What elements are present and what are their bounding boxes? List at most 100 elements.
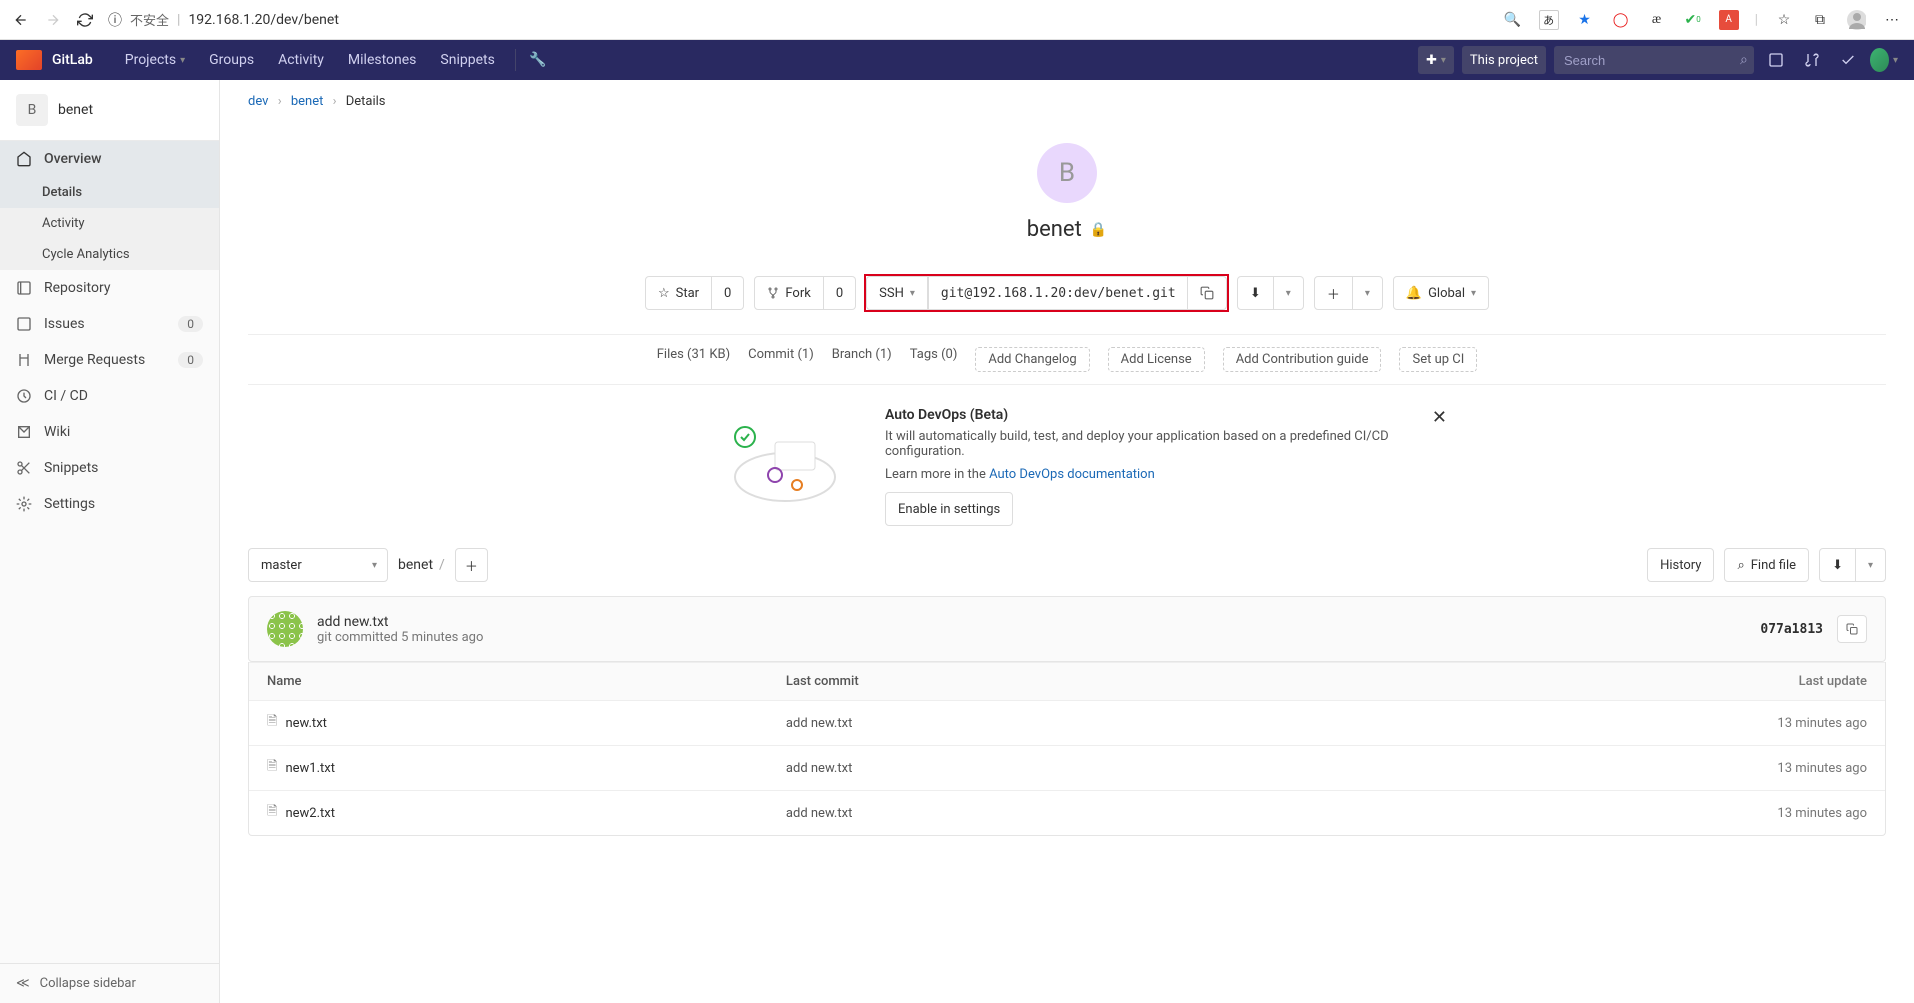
branch-select[interactable]: master (248, 548, 388, 582)
ae-icon[interactable]: æ (1647, 10, 1667, 30)
sidebar-item-issues[interactable]: Issues 0 (0, 306, 219, 342)
stat-commits[interactable]: Commit (1) (748, 347, 814, 372)
enable-autodevops-button[interactable]: Enable in settings (885, 492, 1013, 526)
breadcrumb: dev › benet › Details (220, 80, 1914, 123)
nav-activity[interactable]: Activity (266, 40, 336, 80)
stat-tags[interactable]: Tags (0) (910, 347, 958, 372)
gear-icon (16, 496, 32, 512)
favorite-icon[interactable]: ☆ (1774, 10, 1794, 30)
autodevops-link[interactable]: Auto DevOps documentation (989, 467, 1155, 482)
close-icon[interactable]: ✕ (1432, 407, 1447, 428)
file-icon: 🗎 (267, 712, 277, 734)
add-contrib-button[interactable]: Add Contribution guide (1223, 347, 1382, 372)
download-source-button[interactable]: ⬇ (1819, 548, 1856, 582)
mr-sidebar-icon (16, 352, 32, 368)
history-button[interactable]: History (1647, 548, 1714, 582)
star-button[interactable]: ☆ Star (645, 276, 712, 310)
zoom-icon[interactable]: 🔍 (1503, 10, 1523, 30)
add-to-tree-button[interactable]: ＋ (455, 548, 488, 582)
issues-count: 0 (178, 316, 203, 332)
mr-icon[interactable] (1798, 46, 1826, 74)
path-breadcrumb: benet / (398, 557, 445, 573)
autodevops-title: Auto DevOps (Beta) (885, 407, 1419, 423)
sidebar-item-activity[interactable]: Activity (0, 208, 219, 239)
project-hero: B benet 🔒 (220, 123, 1914, 252)
find-file-button[interactable]: ⌕ Find file (1724, 548, 1809, 582)
autodevops-illustration-icon (715, 407, 855, 507)
stat-files[interactable]: Files (31 KB) (657, 347, 730, 372)
sidebar-item-cycle[interactable]: Cycle Analytics (0, 239, 219, 270)
url-bar[interactable]: ⓘ 不安全 | 192.168.1.20/dev/benet (108, 10, 1489, 30)
new-dropdown[interactable]: ✚ ▾ (1418, 46, 1454, 74)
search-scope[interactable]: This project (1462, 46, 1546, 74)
project-initial: B (16, 94, 48, 126)
more-icon[interactable]: ⋯ (1882, 10, 1902, 30)
add-changelog-button[interactable]: Add Changelog (975, 347, 1089, 372)
autodevops-banner: Auto DevOps (Beta) It will automatically… (687, 407, 1447, 526)
copy-url-button[interactable] (1188, 276, 1227, 310)
sidebar-item-details[interactable]: Details (0, 177, 219, 208)
main-content: dev › benet › Details B benet 🔒 ☆ Star 0… (220, 80, 1914, 1003)
protocol-select[interactable]: SSH ▾ (866, 276, 928, 310)
setup-ci-button[interactable]: Set up CI (1399, 347, 1477, 372)
breadcrumb-project[interactable]: benet (291, 94, 324, 109)
search-icon: ⌕ (1740, 52, 1748, 68)
collections-icon[interactable]: ⧉ (1810, 10, 1830, 30)
add-button[interactable]: ＋ (1314, 276, 1353, 310)
brand[interactable]: GitLab (16, 50, 93, 70)
commit-sha[interactable]: 077a1813 (1760, 622, 1823, 637)
file-tree-header: Name Last commit Last update (249, 662, 1885, 700)
download-source-dropdown[interactable]: ▾ (1856, 548, 1886, 582)
notifications-button[interactable]: 🔔 Global ▾ (1393, 276, 1489, 310)
download-dropdown[interactable]: ▾ (1274, 276, 1304, 310)
file-row[interactable]: 🗎new1.txt add new.txt 13 minutes ago (249, 745, 1885, 790)
ext-icon[interactable]: A (1719, 10, 1739, 30)
add-dropdown[interactable]: ▾ (1353, 276, 1383, 310)
fork-button[interactable]: Fork (754, 276, 823, 310)
reload-icon[interactable] (76, 11, 94, 29)
file-icon: 🗎 (267, 757, 277, 779)
lock-icon: 🔒 (1090, 222, 1107, 238)
commit-message[interactable]: add new.txt (317, 614, 1746, 630)
nav-projects[interactable]: Projects ▾ (113, 40, 197, 80)
user-menu[interactable]: ▾ (1870, 46, 1898, 74)
sidebar-item-wiki[interactable]: Wiki (0, 414, 219, 450)
file-browser-bar: master benet / ＋ History ⌕ Find file ⬇ ▾ (248, 548, 1886, 582)
stat-branches[interactable]: Branch (1) (832, 347, 892, 372)
sidebar-project[interactable]: B benet (0, 80, 219, 141)
file-row[interactable]: 🗎new2.txt add new.txt 13 minutes ago (249, 790, 1885, 835)
star-icon[interactable]: ★ (1575, 10, 1595, 30)
opera-icon[interactable]: ◯ (1611, 10, 1631, 30)
nav-milestones[interactable]: Milestones (336, 40, 429, 80)
copy-sha-button[interactable] (1837, 615, 1867, 643)
issues-icon[interactable] (1762, 46, 1790, 74)
insecure-label: 不安全 (130, 10, 169, 29)
shield-icon[interactable]: ✔0 (1683, 10, 1703, 30)
file-row[interactable]: 🗎new.txt add new.txt 13 minutes ago (249, 700, 1885, 745)
translate-icon[interactable]: あ (1539, 10, 1559, 30)
user-avatar-icon[interactable] (1846, 10, 1866, 30)
nav-groups[interactable]: Groups (197, 40, 266, 80)
add-license-button[interactable]: Add License (1108, 347, 1205, 372)
clone-url[interactable]: git@192.168.1.20:dev/benet.git (928, 276, 1188, 310)
search-input[interactable] (1564, 53, 1740, 68)
nav-snippets[interactable]: Snippets (428, 40, 506, 80)
sidebar-item-settings[interactable]: Settings (0, 486, 219, 522)
cicd-icon (16, 388, 32, 404)
global-search[interactable]: ⌕ (1554, 46, 1754, 74)
identicon-icon (267, 611, 303, 647)
issues-sidebar-icon (16, 316, 32, 332)
collapse-sidebar[interactable]: ≪ Collapse sidebar (0, 963, 219, 1003)
sidebar-item-snippets[interactable]: Snippets (0, 450, 219, 486)
wiki-icon (16, 424, 32, 440)
download-button[interactable]: ⬇ (1237, 276, 1274, 310)
sidebar-item-overview[interactable]: Overview (0, 141, 219, 177)
breadcrumb-group[interactable]: dev (248, 94, 268, 109)
sidebar-item-mr[interactable]: Merge Requests 0 (0, 342, 219, 378)
admin-wrench-icon[interactable]: 🔧 (524, 46, 552, 74)
url-text: 192.168.1.20/dev/benet (188, 12, 338, 28)
back-icon[interactable] (12, 11, 30, 29)
sidebar-item-cicd[interactable]: CI / CD (0, 378, 219, 414)
sidebar-item-repository[interactable]: Repository (0, 270, 219, 306)
todos-icon[interactable] (1834, 46, 1862, 74)
